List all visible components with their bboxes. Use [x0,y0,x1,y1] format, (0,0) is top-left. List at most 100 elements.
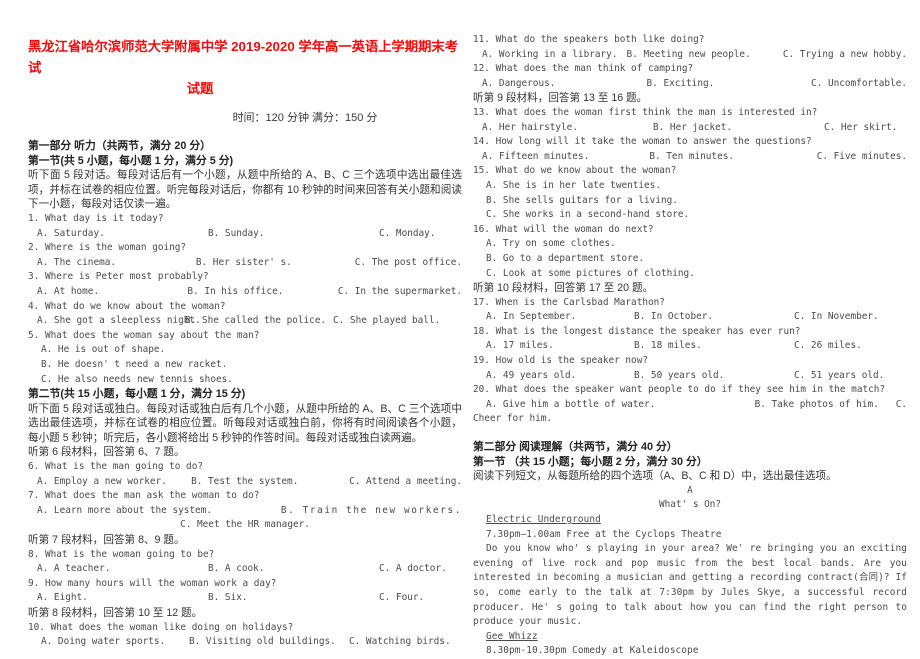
option-a[interactable]: A. Dangerous. [482,77,647,92]
option-row: A. Saturday. B. Sunday. C. Monday. [28,227,462,242]
option-a[interactable]: A. Learn more about the system. [37,504,212,519]
option-row: A. 17 miles. B. 18 miles. C. 26 miles. [473,339,907,354]
option-c[interactable]: C. Trying a new hobby. [783,48,907,63]
option-a[interactable]: A. At home. [37,285,187,300]
option-c[interactable]: C. Meet the HR manager. [28,518,462,533]
option-c[interactable]: C. In the supermarket. [338,285,462,300]
document-title: 黑龙江省哈尔滨师范大学附属中学 2019-2020 学年高一英语上学期期末考试 … [28,36,462,99]
passage-title: What' s On? [658,499,722,511]
document-title-line1: 黑龙江省哈尔滨师范大学附属中学 2019-2020 学年高一英语上学期期末考试 [28,39,458,75]
option-a[interactable]: A. She got a sleepless night. [37,314,201,329]
option-b[interactable]: B. Train the new workers. [281,504,462,519]
option-c[interactable]: C. Her skirt. [824,121,907,136]
option-c[interactable]: C. Monday. [379,227,462,242]
option-c[interactable]: C. The post office. [355,256,462,271]
option-b[interactable]: B. Exciting. [647,77,812,92]
option-row: A. Eight. B. Six. C. Four. [28,591,462,606]
option-a[interactable]: A. Employ a new worker. [37,475,191,490]
option-b[interactable]: B. Six. [208,591,379,606]
option-c[interactable]: C. In November. [794,310,907,325]
option-a[interactable]: A. Her hairstyle. [482,121,653,136]
part2-section1-heading: 第一节 （共 15 小题；每小题 2 分，满分 30 分） [473,455,708,468]
material-note-10: 听第 10 段材料，回答第 17 至 20 题。 [473,282,654,295]
option-c[interactable]: C. A doctor. [379,562,462,577]
option-b[interactable]: B. In his office. [187,285,337,300]
question-stem: 6. What is the man going to do? [28,461,203,473]
option-b[interactable]: B. Ten minutes. [649,150,816,165]
option-c[interactable]: C. 51 years old. [794,369,907,384]
question-stem: 18. What is the longest distance the spe… [473,325,801,337]
option-b-c[interactable]: B. Take photos of him. C. [755,398,907,413]
question-stem: 9. How many hours will the woman work a … [28,577,277,589]
option-c[interactable]: C. Uncomfortable. [811,77,907,92]
option-a[interactable]: A. Fifteen minutes. [482,150,649,165]
option-b[interactable]: B. She called the police. [185,314,333,329]
option-row: A. At home. B. In his office. C. In the … [28,285,462,300]
event-name: Electric Underground [486,514,601,525]
option-a[interactable]: A. Try on some clothes. [473,237,907,252]
option-c[interactable]: C. Attend a meeting. [349,475,462,490]
option-b[interactable]: B. 50 years old. [634,369,794,384]
question-stem: 20. What does the speaker want people to… [473,384,886,396]
option-a[interactable]: A. She is in her late twenties. [473,179,907,194]
option-c[interactable]: C. He also needs new tennis shoes. [28,373,462,388]
option-a[interactable]: A. Working in a library. [482,48,627,63]
question-stem: 4. What do we know about the woman? [28,300,226,312]
question-stem: 15. What do we know about the woman? [473,165,677,177]
part2-heading: 第二部分 阅读理解（共两节，满分 40 分） [473,441,678,454]
option-a[interactable]: A. 49 years old. [486,369,634,384]
option-row: A. She got a sleepless night. B. She cal… [28,314,462,329]
option-c[interactable]: C. She played ball. [333,314,462,329]
exam-meta: 时间：120 分钟 满分：150 分 [232,112,378,124]
part1-section1-instructions: 听下面 5 段对话。每段对话后有一个小题，从题中所给的 A、B、C 三个选项中选… [28,169,462,211]
option-b[interactable]: B. Her jacket. [653,121,824,136]
option-a[interactable]: A. He is out of shape. [28,343,462,358]
question-stem: 16. What will the woman do next? [473,223,654,235]
option-row: A. Fifteen minutes. B. Ten minutes. C. F… [473,150,907,165]
option-row: A. Working in a library. B. Meeting new … [473,48,907,63]
option-c[interactable]: C. Four. [379,591,462,606]
option-b[interactable]: B. Sunday. [208,227,379,242]
option-row: A. The cinema. B. Her sister' s. C. The … [28,256,462,271]
event-name: Gee Whizz [486,630,538,642]
option-a[interactable]: A. The cinema. [37,256,196,271]
option-row: A. Dangerous. B. Exciting. C. Uncomforta… [473,77,907,92]
document-page: 黑龙江省哈尔滨师范大学附属中学 2019-2020 学年高一英语上学期期末考试 … [0,0,920,656]
option-a[interactable]: A. Doing water sports. [41,635,189,650]
option-b[interactable]: B. Her sister' s. [196,256,355,271]
option-a[interactable]: A. In September. [486,310,634,325]
question-stem: 12. What does the man think of camping? [473,63,694,75]
option-a[interactable]: A. Saturday. [37,227,208,242]
option-a[interactable]: A. Give him a bottle of water. [486,398,655,413]
option-c[interactable]: C. She works in a second-hand store. [473,208,907,223]
option-a[interactable]: A. 17 miles. [486,339,634,354]
option-b[interactable]: B. Test the system. [191,475,349,490]
passage-letter: A [687,484,693,496]
option-c[interactable]: C. Five minutes. [817,150,907,165]
option-b[interactable]: B. In October. [634,310,794,325]
option-b[interactable]: B. Visiting old buildings. [189,635,349,650]
material-note-6: 听第 6 段材料，回答第 6、7 题。 [28,446,185,459]
option-b[interactable]: B. She sells guitars for a living. [473,194,907,209]
option-b[interactable]: B. Meeting new people. [627,48,783,63]
option-a[interactable]: A. Eight. [37,591,208,606]
option-row: A. In September. B. In October. C. In No… [473,310,907,325]
option-b[interactable]: B. A cook. [208,562,379,577]
option-a[interactable]: A. A teacher. [37,562,208,577]
event-body: Do you know who' s playing in your area?… [473,543,907,628]
option-b[interactable]: B. 18 miles. [634,339,794,354]
material-note-8: 听第 8 段材料，回答第 10 至 12 题。 [28,607,203,619]
question-stem: 8. What is the woman going to be? [28,548,215,560]
question-stem: 19. How old is the speaker now? [473,355,648,367]
option-c[interactable]: C. Look at some pictures of clothing. [473,267,907,282]
part1-section2-heading: 第二节(共 15 小题，每小题 1 分，满分 15 分) [28,388,246,401]
option-b[interactable]: B. He doesn' t need a new racket. [28,358,462,373]
option-c-wrap[interactable]: Cheer for him. [473,412,907,427]
option-c[interactable]: C. Watching birds. [349,635,462,650]
option-c[interactable]: C. 26 miles. [794,339,907,354]
option-b[interactable]: B. Go to a department store. [473,252,907,267]
option-row: A. 49 years old. B. 50 years old. C. 51 … [473,369,907,384]
part2-section1-instructions: 阅读下列短文，从每题所给的四个选项（A、B、C 和 D）中，选出最佳选项。 [473,470,837,483]
option-row: A. Employ a new worker. B. Test the syst… [28,475,462,490]
